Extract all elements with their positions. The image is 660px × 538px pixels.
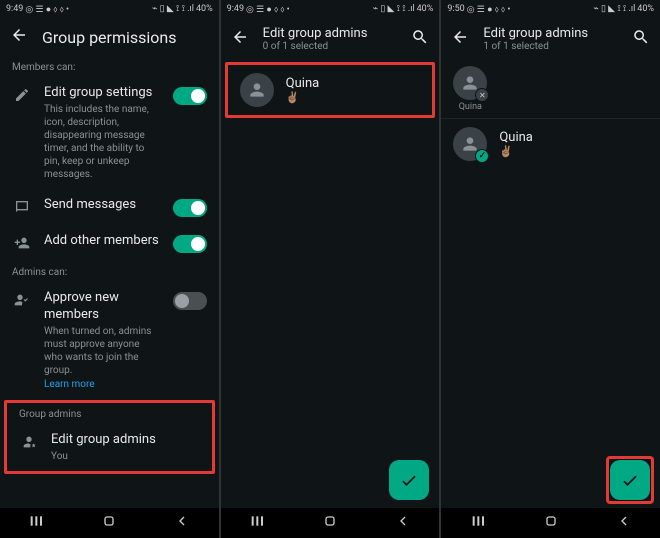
nav-bar — [441, 508, 660, 538]
learn-more-link[interactable]: Learn more — [44, 379, 161, 390]
selected-strip: Quina — [441, 60, 660, 118]
status-bar: 9:49 ◎ ☰ ● ⬨ ⬨ • ⌁ ▯ ◣ ⟟ ⟟ .ıl 40% — [0, 0, 219, 18]
confirm-fab[interactable] — [389, 460, 429, 500]
contact-row-quina[interactable]: Quina ✌🏽 — [441, 119, 660, 169]
nav-home-icon[interactable] — [101, 513, 117, 533]
highlight-contact: Quina ✌🏽 — [225, 62, 436, 118]
status-bar: 9:49 ◎ ☰ ● ⬨ ⬨ • ⌁ ▯ ◣ ⟟ ⟟ .ıl 40% — [221, 0, 440, 18]
add-members-title: Add other members — [44, 233, 161, 250]
selected-name: Quina — [459, 102, 482, 112]
avatar — [240, 73, 274, 107]
status-left-icons: ◎ ☰ ● ⬨ ⬨ • — [25, 4, 69, 15]
screen-edit-admins-selected: 9:50 ◎ ☰ ● ⬨ ⬨ • ⌁ ▯ ◣ ⟟ ⟟ .ıl 40% Edit … — [441, 0, 660, 538]
back-icon[interactable] — [451, 28, 469, 50]
row-edit-group-settings[interactable]: Edit group settings This includes the na… — [0, 77, 219, 189]
approve-title: Approve new members — [44, 290, 161, 324]
status-left-icons: ◎ ☰ ● ⬨ ⬨ • — [467, 4, 511, 15]
remove-badge-icon[interactable] — [475, 88, 489, 102]
status-battery: 40% — [637, 4, 654, 14]
page-subtitle: 1 of 1 selected — [483, 41, 618, 52]
nav-back-icon[interactable] — [616, 513, 632, 533]
status-time: 9:49 — [6, 4, 23, 14]
search-icon[interactable] — [632, 28, 650, 50]
avatar — [453, 66, 487, 100]
page-title: Group permissions — [42, 28, 177, 47]
nav-recent-icon[interactable] — [28, 513, 44, 533]
nav-back-icon[interactable] — [174, 513, 190, 533]
status-right-icons: ⌁ ▯ ◣ ⟟ ⟟ .ıl — [373, 4, 415, 14]
status-time: 9:50 — [447, 4, 464, 14]
status-battery: 40% — [196, 4, 213, 14]
app-bar: Group permissions — [0, 18, 219, 56]
toggle-add-members[interactable] — [173, 235, 207, 253]
highlight-fab — [606, 456, 654, 504]
nav-bar — [221, 508, 440, 538]
status-bar: 9:50 ◎ ☰ ● ⬨ ⬨ • ⌁ ▯ ◣ ⟟ ⟟ .ıl 40% — [441, 0, 660, 18]
group-admins-label: Group admins — [7, 403, 212, 424]
nav-home-icon[interactable] — [543, 513, 559, 533]
row-approve-members[interactable]: Approve new members When turned on, admi… — [0, 282, 219, 398]
page-title: Edit group admins — [263, 26, 398, 41]
row-add-members[interactable]: Add other members — [0, 225, 219, 261]
contact-name: Quina — [499, 130, 533, 145]
check-badge-icon — [475, 149, 489, 163]
nav-home-icon[interactable] — [322, 513, 338, 533]
edit-settings-title: Edit group settings — [44, 85, 161, 102]
message-icon — [12, 199, 32, 215]
edit-settings-desc: This includes the name, icon, descriptio… — [44, 103, 161, 181]
nav-recent-icon[interactable] — [470, 513, 486, 533]
row-send-messages[interactable]: Send messages — [0, 189, 219, 225]
avatar — [453, 127, 487, 161]
row-edit-group-admins[interactable]: Edit group admins You — [7, 424, 212, 471]
app-bar: Edit group admins 1 of 1 selected — [441, 18, 660, 60]
nav-recent-icon[interactable] — [249, 513, 265, 533]
status-right-icons: ⌁ ▯ ◣ ⟟ ⟟ .ıl — [593, 4, 635, 14]
search-icon[interactable] — [411, 28, 429, 50]
back-icon[interactable] — [231, 28, 249, 50]
status-right-icons: ⌁ ▯ ◣ ⟟ ⟟ .ıl — [152, 4, 194, 14]
status-battery: 40% — [417, 4, 434, 14]
toggle-send-messages[interactable] — [173, 199, 207, 217]
person-check-icon — [12, 292, 32, 308]
status-time: 9:49 — [227, 4, 244, 14]
approve-desc: When turned on, admins must approve anyo… — [44, 325, 161, 377]
page-subtitle: 0 of 1 selected — [263, 41, 398, 52]
toggle-edit-settings[interactable] — [173, 87, 207, 105]
selected-chip-quina[interactable]: Quina — [453, 66, 487, 112]
contact-name: Quina — [286, 76, 320, 91]
highlight-edit-admins: Group admins Edit group admins You — [4, 400, 215, 474]
contact-status: ✌🏽 — [499, 145, 533, 158]
admin-icon — [19, 434, 39, 450]
nav-bar — [0, 508, 219, 538]
app-bar: Edit group admins 0 of 1 selected — [221, 18, 440, 60]
nav-back-icon[interactable] — [395, 513, 411, 533]
contact-status: ✌🏽 — [286, 91, 320, 104]
person-add-icon — [12, 235, 32, 251]
edit-admins-sub: You — [51, 450, 200, 463]
members-can-label: Members can: — [0, 56, 219, 77]
toggle-approve-members[interactable] — [173, 292, 207, 310]
send-messages-title: Send messages — [44, 197, 161, 214]
admins-can-label: Admins can: — [0, 261, 219, 282]
screen-edit-admins-unselected: 9:49 ◎ ☰ ● ⬨ ⬨ • ⌁ ▯ ◣ ⟟ ⟟ .ıl 40% Edit … — [221, 0, 440, 538]
contact-row-quina[interactable]: Quina ✌🏽 — [228, 65, 433, 115]
edit-admins-title: Edit group admins — [51, 432, 200, 449]
screen-group-permissions: 9:49 ◎ ☰ ● ⬨ ⬨ • ⌁ ▯ ◣ ⟟ ⟟ .ıl 40% Group… — [0, 0, 219, 538]
back-icon[interactable] — [10, 26, 28, 48]
page-title: Edit group admins — [483, 26, 618, 41]
pencil-icon — [12, 87, 32, 103]
status-left-icons: ◎ ☰ ● ⬨ ⬨ • — [246, 4, 290, 15]
confirm-fab[interactable] — [610, 460, 650, 500]
